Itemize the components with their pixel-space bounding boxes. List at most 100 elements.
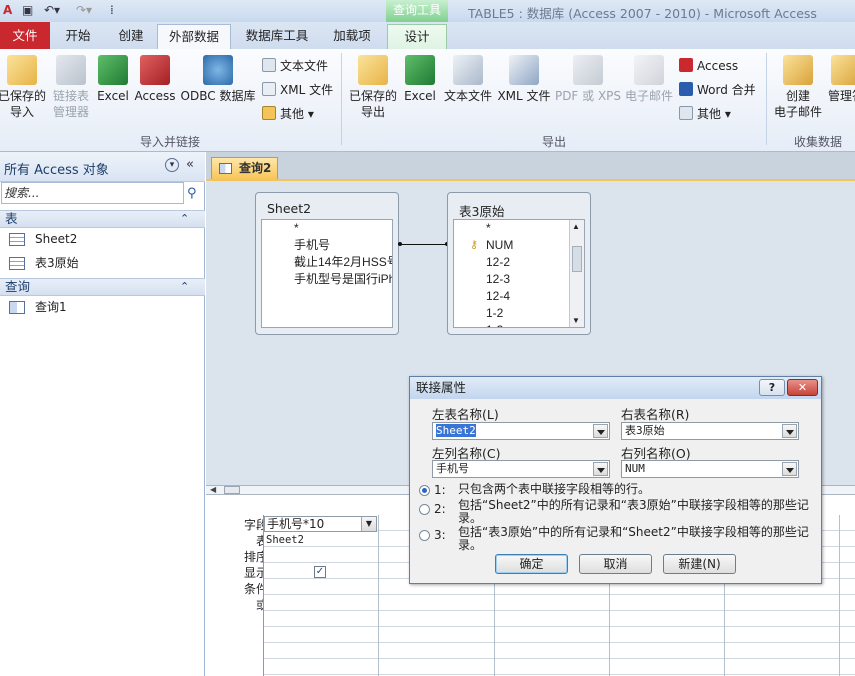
field-item[interactable]: ⚷ NUM bbox=[454, 237, 584, 254]
join-line[interactable] bbox=[399, 244, 448, 245]
cancel-button[interactable]: 取消 bbox=[579, 554, 652, 574]
customize-toolbar-icon[interactable]: ⁞ bbox=[110, 3, 114, 17]
nav-item-table3-original[interactable]: 表3原始 bbox=[0, 252, 205, 275]
scroll-thumb[interactable] bbox=[572, 246, 582, 272]
right-column-combo[interactable]: NUM bbox=[621, 460, 799, 478]
join-option-text[interactable]: 包括“表3原始”中的所有记录和“Sheet2”中联接字段相等的那些记录。 bbox=[458, 526, 816, 552]
join-option-2-radio[interactable] bbox=[419, 504, 430, 515]
dropdown-arrow-icon[interactable]: ▼ bbox=[361, 517, 376, 531]
tab-design[interactable]: 设计 bbox=[387, 24, 447, 49]
export-xml-file-button[interactable]: XML 文件 bbox=[496, 55, 552, 104]
document-tab-query2[interactable]: 查询2 bbox=[211, 157, 278, 179]
dropdown-arrow-icon[interactable] bbox=[593, 424, 608, 438]
import-more-button[interactable]: 其他 ▾ bbox=[262, 105, 314, 123]
right-table-combo[interactable]: 表3原始 bbox=[621, 422, 799, 440]
title-bar: A ▣ ↶▾ ↷▾ ⁞ 查询工具 TABLE5 : 数据库 (Access 20… bbox=[0, 0, 855, 22]
tab-external-data[interactable]: 外部数据 bbox=[157, 24, 231, 49]
join-option-text[interactable]: 只包含两个表中联接字段相等的行。 bbox=[458, 483, 816, 496]
tab-add-ins[interactable]: 加载项 bbox=[324, 24, 380, 49]
import-xml-file-button[interactable]: XML 文件 bbox=[262, 81, 333, 99]
undo-icon[interactable]: ↶▾ bbox=[44, 3, 60, 17]
left-column-combo[interactable]: 手机号 bbox=[432, 460, 610, 478]
access-icon bbox=[679, 58, 693, 72]
show-checkbox[interactable]: ✓ bbox=[314, 566, 326, 578]
field-item[interactable]: 手机型号是国行iPh bbox=[262, 271, 392, 288]
help-icon[interactable]: ? bbox=[759, 379, 785, 396]
export-email-button[interactable]: 电子邮件 bbox=[622, 55, 676, 104]
join-option-3-radio[interactable] bbox=[419, 530, 430, 541]
tab-file[interactable]: 文件 bbox=[0, 22, 50, 49]
table-icon bbox=[9, 257, 25, 270]
excel-icon bbox=[405, 55, 435, 85]
field-item[interactable]: * bbox=[262, 220, 392, 237]
field-item[interactable]: 截止14年2月HSS号 bbox=[262, 254, 392, 271]
left-table-combo[interactable]: Sheet2 bbox=[432, 422, 610, 440]
field-item[interactable]: 手机号 bbox=[262, 237, 392, 254]
nav-menu-dropdown-icon[interactable]: ▾ bbox=[165, 158, 179, 172]
access-icon bbox=[140, 55, 170, 85]
collapse-section-icon[interactable]: ⌃ bbox=[180, 279, 189, 295]
grid-table-value[interactable]: Sheet2 bbox=[266, 534, 304, 546]
tab-database-tools[interactable]: 数据库工具 bbox=[237, 24, 317, 49]
horizontal-scroll-thumb[interactable] bbox=[224, 486, 240, 494]
nav-item-query1[interactable]: 查询1 bbox=[0, 296, 205, 319]
field-list-table3-original[interactable]: 表3原始 * ⚷ NUM 12-2 12-3 12-4 1-2 1-3 ▲ ▼ bbox=[447, 192, 591, 335]
scroll-down-icon[interactable]: ▼ bbox=[572, 316, 580, 325]
field-item[interactable]: * bbox=[454, 220, 584, 237]
close-icon[interactable]: ✕ bbox=[787, 379, 818, 396]
export-access-button[interactable]: Access bbox=[679, 57, 738, 75]
right-table-label: 右表名称(R) bbox=[621, 407, 690, 422]
field-item[interactable]: 1-2 bbox=[454, 305, 584, 322]
window-title: TABLE5 : 数据库 (Access 2007 - 2010) - Micr… bbox=[468, 6, 817, 21]
field-item[interactable]: 12-4 bbox=[454, 288, 584, 305]
import-access-button[interactable]: Access bbox=[134, 55, 176, 104]
nav-section-tables[interactable]: 表 ⌃ bbox=[0, 210, 205, 228]
left-table-label: 左表名称(L) bbox=[432, 407, 499, 422]
field-item[interactable]: 12-2 bbox=[454, 254, 584, 271]
ok-button[interactable]: 确定 bbox=[495, 554, 568, 574]
text-file-icon bbox=[262, 58, 276, 72]
saved-imports-button[interactable]: 已保存的 导入 bbox=[0, 55, 48, 120]
tab-create[interactable]: 创建 bbox=[108, 24, 154, 49]
dropdown-arrow-icon[interactable] bbox=[782, 462, 797, 476]
join-option-text[interactable]: 包括“Sheet2”中的所有记录和“表3原始”中联接字段相等的那些记录。 bbox=[458, 499, 816, 525]
join-option-1-radio[interactable] bbox=[419, 485, 430, 496]
nav-header[interactable]: 所有 Access 对象 ▾ « bbox=[0, 152, 205, 182]
field-item[interactable]: 1-3 bbox=[454, 322, 584, 327]
nav-search-input[interactable]: 搜索... bbox=[1, 182, 184, 204]
new-button[interactable]: 新建(N) bbox=[663, 554, 736, 574]
dropdown-arrow-icon[interactable] bbox=[782, 424, 797, 438]
import-text-file-button[interactable]: 文本文件 bbox=[262, 57, 328, 75]
saved-imports-icon bbox=[7, 55, 37, 85]
collect-group-label: 收集数据 bbox=[793, 135, 842, 149]
export-pdf-xps-button[interactable]: PDF 或 XPS bbox=[554, 55, 622, 104]
dropdown-arrow-icon[interactable] bbox=[593, 462, 608, 476]
redo-icon[interactable]: ↷▾ bbox=[76, 3, 92, 17]
import-excel-button[interactable]: Excel bbox=[96, 55, 130, 104]
tab-home[interactable]: 开始 bbox=[56, 24, 100, 49]
manage-replies-button[interactable]: 管理答 bbox=[826, 55, 855, 104]
export-text-file-button[interactable]: 文本文件 bbox=[441, 55, 495, 104]
grid-field-combo[interactable]: 手机号*10 ▼ bbox=[264, 516, 377, 532]
linked-table-manager-button[interactable]: 链接表 管理器 bbox=[48, 55, 94, 120]
more-icon bbox=[679, 106, 693, 120]
field-list-sheet2[interactable]: Sheet2 * 手机号 截止14年2月HSS号 手机型号是国行iPh bbox=[255, 192, 399, 335]
collapse-section-icon[interactable]: ⌃ bbox=[180, 211, 189, 227]
save-icon[interactable]: ▣ bbox=[22, 3, 33, 17]
search-icon[interactable]: ⚲ bbox=[187, 186, 197, 201]
create-email-button[interactable]: 创建 电子邮件 bbox=[770, 55, 826, 120]
nav-item-sheet2[interactable]: Sheet2 bbox=[0, 228, 205, 251]
field-list-scrollbar[interactable]: ▲ ▼ bbox=[569, 220, 584, 327]
export-word-merge-button[interactable]: Word 合并 bbox=[679, 81, 756, 99]
scroll-up-icon[interactable]: ▲ bbox=[572, 222, 580, 231]
export-more-button[interactable]: 其他 ▾ bbox=[679, 105, 731, 123]
join-option-number: 1: bbox=[434, 483, 446, 497]
nav-section-queries[interactable]: 查询 ⌃ bbox=[0, 278, 205, 296]
field-item[interactable]: 12-3 bbox=[454, 271, 584, 288]
saved-exports-button[interactable]: 已保存的 导出 bbox=[346, 55, 400, 120]
access-logo-icon: A bbox=[3, 3, 13, 17]
export-excel-button[interactable]: Excel bbox=[403, 55, 437, 104]
scroll-left-icon[interactable]: ◀ bbox=[210, 485, 216, 494]
collapse-pane-icon[interactable]: « bbox=[186, 157, 194, 172]
import-odbc-button[interactable]: ODBC 数据库 bbox=[179, 55, 257, 104]
